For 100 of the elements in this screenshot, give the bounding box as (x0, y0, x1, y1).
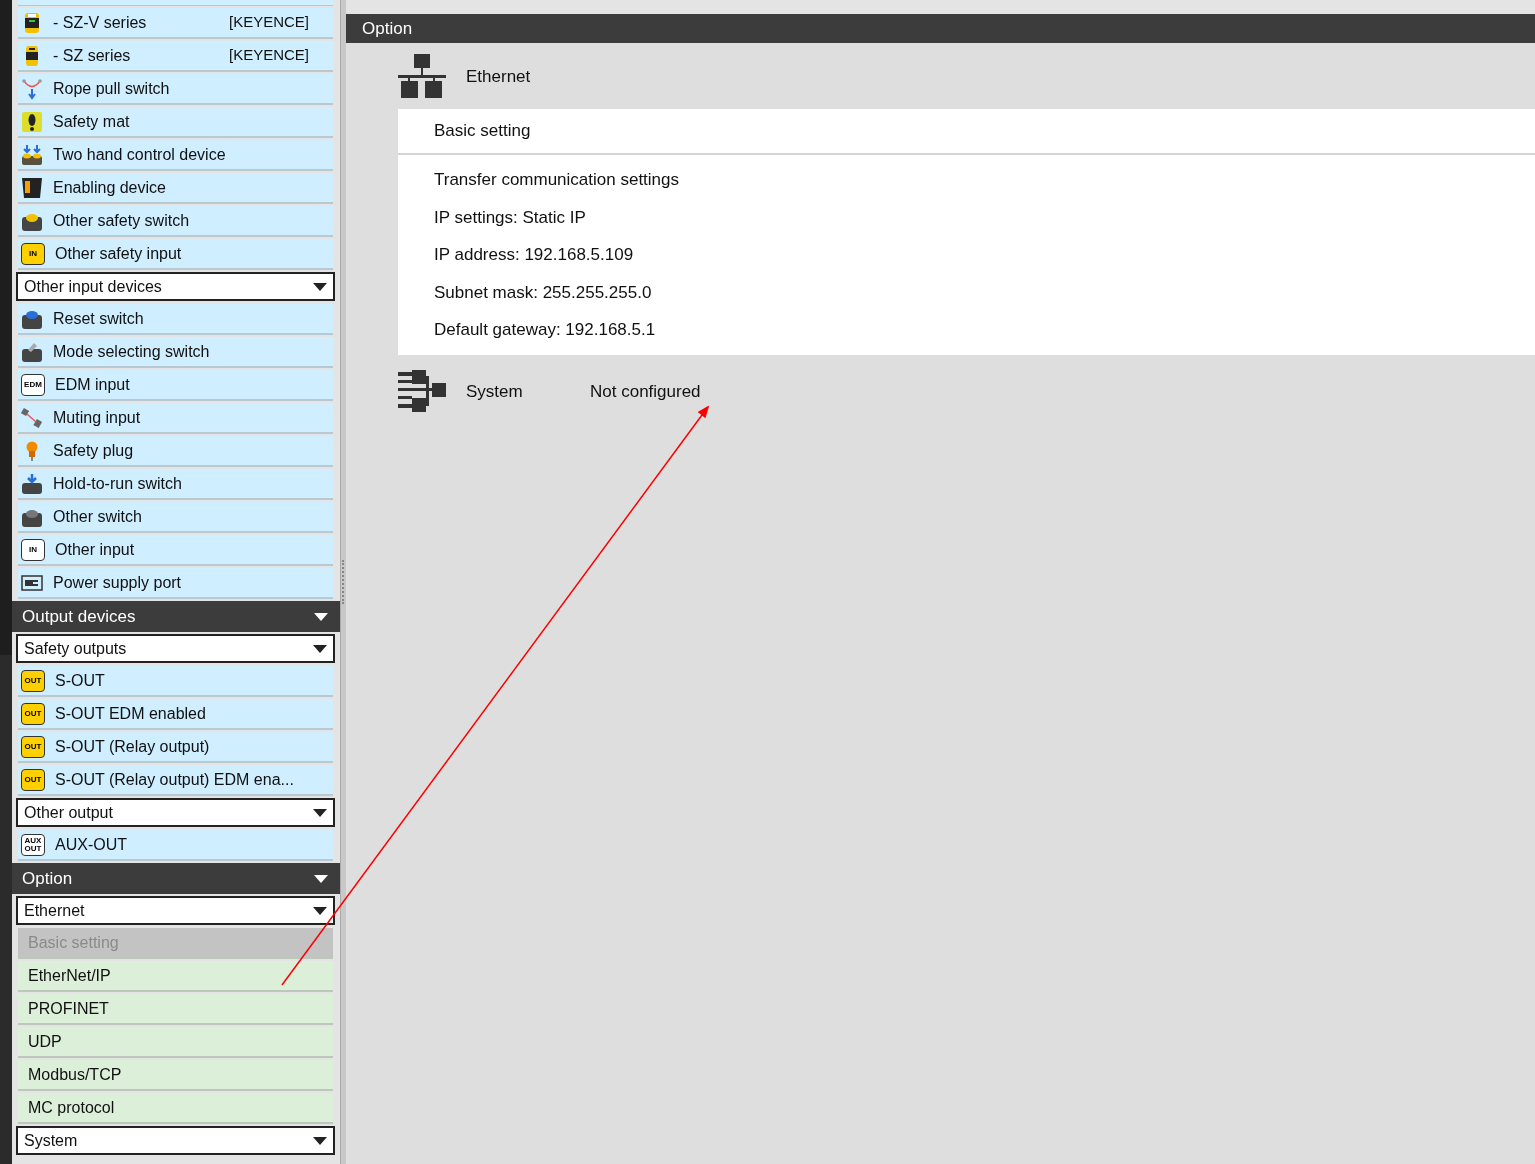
device-item[interactable]: IN Other input (18, 535, 333, 566)
device-item[interactable]: - SZ series [KEYENCE] (18, 41, 333, 72)
device-item[interactable]: Hold-to-run switch (18, 469, 333, 500)
label-badge: OUT (21, 669, 45, 692)
category-dropdown[interactable]: Other output (16, 798, 335, 827)
item-label: - SZ series (53, 45, 132, 66)
item-label: Reset switch (53, 308, 145, 329)
device-item[interactable]: Enabling device (18, 173, 333, 204)
item-label: Other switch (53, 506, 143, 527)
label-badge: OUT (21, 768, 45, 791)
section-title: System (466, 380, 524, 403)
device-item[interactable]: Reset switch (18, 304, 333, 335)
header-label: Output devices (22, 605, 136, 628)
device-item[interactable]: Power supply port (18, 568, 333, 599)
dropdown-label: Other output (24, 802, 113, 823)
item-label: Other safety input (55, 243, 183, 264)
category-dropdown[interactable]: Other input devices (16, 272, 335, 301)
maker-label: [KEYENCE] (228, 12, 309, 33)
item-label: Other safety switch (53, 210, 191, 231)
rope-switch-icon (21, 77, 43, 100)
panel-heading: Basic setting (398, 109, 1535, 155)
submenu-item[interactable]: EtherNet/IP (18, 961, 333, 992)
category-dropdown[interactable]: Ethernet (16, 896, 335, 925)
item-label: Safety plug (53, 440, 135, 461)
device-item[interactable]: IN Other safety input (18, 239, 333, 270)
submenu-item[interactable]: Modbus/TCP (18, 1060, 333, 1091)
label-badge: AUX OUT (21, 833, 45, 856)
item-label: AUX-OUT (55, 834, 128, 855)
item-label: Safety mat (53, 111, 131, 132)
setting-line: IP settings: Static IP (433, 206, 587, 229)
footprint-icon (21, 110, 43, 133)
device-item[interactable]: OUT S-OUT (18, 666, 333, 697)
header-label: Option (22, 867, 73, 890)
device-item[interactable]: Safety plug (18, 436, 333, 467)
item-label: Enabling device (53, 177, 167, 198)
device-item[interactable]: OUT S-OUT (Relay output) EDM ena... (18, 765, 333, 796)
item-label: Hold-to-run switch (53, 473, 183, 494)
key-switch-icon (21, 340, 43, 363)
maker-label: [KEYENCE] (228, 45, 309, 66)
panel-header: Option (346, 14, 1535, 43)
setting-line: IP address: 192.168.5.109 (433, 244, 635, 266)
caret-icon (313, 644, 327, 653)
dropdown-label: System (24, 1130, 78, 1151)
caret-icon (314, 612, 328, 621)
item-label: Other input (55, 539, 136, 560)
item-label: S-OUT (Relay output) EDM ena... (55, 769, 295, 790)
item-label: Rope pull switch (53, 78, 171, 99)
item-label: S-OUT EDM enabled (55, 703, 207, 724)
push-switch-icon (21, 472, 43, 495)
device-item[interactable]: AUX OUT AUX-OUT (18, 830, 333, 861)
caret-icon (313, 808, 327, 817)
device-item[interactable]: Rope pull switch (18, 74, 333, 105)
list-item[interactable] (18, 0, 333, 6)
sensor-pair-icon (21, 406, 43, 429)
item-label: S-OUT (55, 670, 106, 691)
section-header[interactable]: Option (12, 863, 340, 894)
submenu-item[interactable]: MC protocol (18, 1093, 333, 1124)
device-item[interactable]: Other safety switch (18, 206, 333, 237)
dropdown-label: Ethernet (24, 900, 85, 921)
item-label: Power supply port (53, 572, 183, 593)
device-item[interactable]: Mode selecting switch (18, 337, 333, 368)
item-label: - SZ-V series (53, 12, 148, 33)
label-badge: IN (21, 242, 45, 265)
section-title: Ethernet (466, 66, 531, 89)
submenu-item[interactable]: UDP (18, 1027, 333, 1058)
device-item[interactable]: EDM EDM input (18, 370, 333, 401)
label-badge: IN (21, 538, 45, 561)
caret-icon (314, 874, 328, 883)
setting-line: Transfer communication settings (433, 169, 681, 191)
setting-line: Subnet mask: 255.255.255.0 (433, 281, 653, 304)
device-item[interactable]: Two hand control device (18, 140, 333, 171)
item-label: EDM input (55, 374, 131, 395)
dropdown-label: Safety outputs (24, 638, 127, 659)
caret-icon (313, 282, 327, 291)
item-label: S-OUT (Relay output) (55, 736, 211, 757)
caret-icon (313, 1136, 327, 1145)
setting-line: Default gateway: 192.168.5.1 (433, 319, 657, 341)
dropdown-label: Other input devices (24, 276, 162, 297)
section-header[interactable]: Output devices (12, 601, 340, 632)
category-dropdown[interactable]: System (16, 1126, 335, 1155)
device-item[interactable]: Safety mat (18, 107, 333, 138)
item-label: Mode selecting switch (53, 341, 211, 362)
device-item[interactable]: Other switch (18, 502, 333, 533)
device-item[interactable]: OUT S-OUT EDM enabled (18, 699, 333, 730)
device-item[interactable]: - SZ-V series [KEYENCE] (18, 8, 333, 39)
label-badge: OUT (21, 702, 45, 725)
item-label: Two hand control device (53, 144, 227, 165)
category-dropdown[interactable]: Safety outputs (16, 634, 335, 663)
submenu-item[interactable]: PROFINET (18, 994, 333, 1025)
device-item[interactable]: OUT S-OUT (Relay output) (18, 732, 333, 763)
submenu-item: Basic setting (18, 928, 333, 959)
device-item[interactable]: Muting input (18, 403, 333, 434)
status-text: Not configured (590, 380, 701, 403)
hierarchy-icon (398, 369, 446, 414)
item-label: Muting input (53, 407, 142, 428)
caret-icon (313, 906, 327, 915)
label-badge: EDM (21, 373, 45, 396)
two-buttons-icon (21, 143, 43, 166)
label-badge: OUT (21, 735, 45, 758)
network-icon (398, 54, 446, 100)
